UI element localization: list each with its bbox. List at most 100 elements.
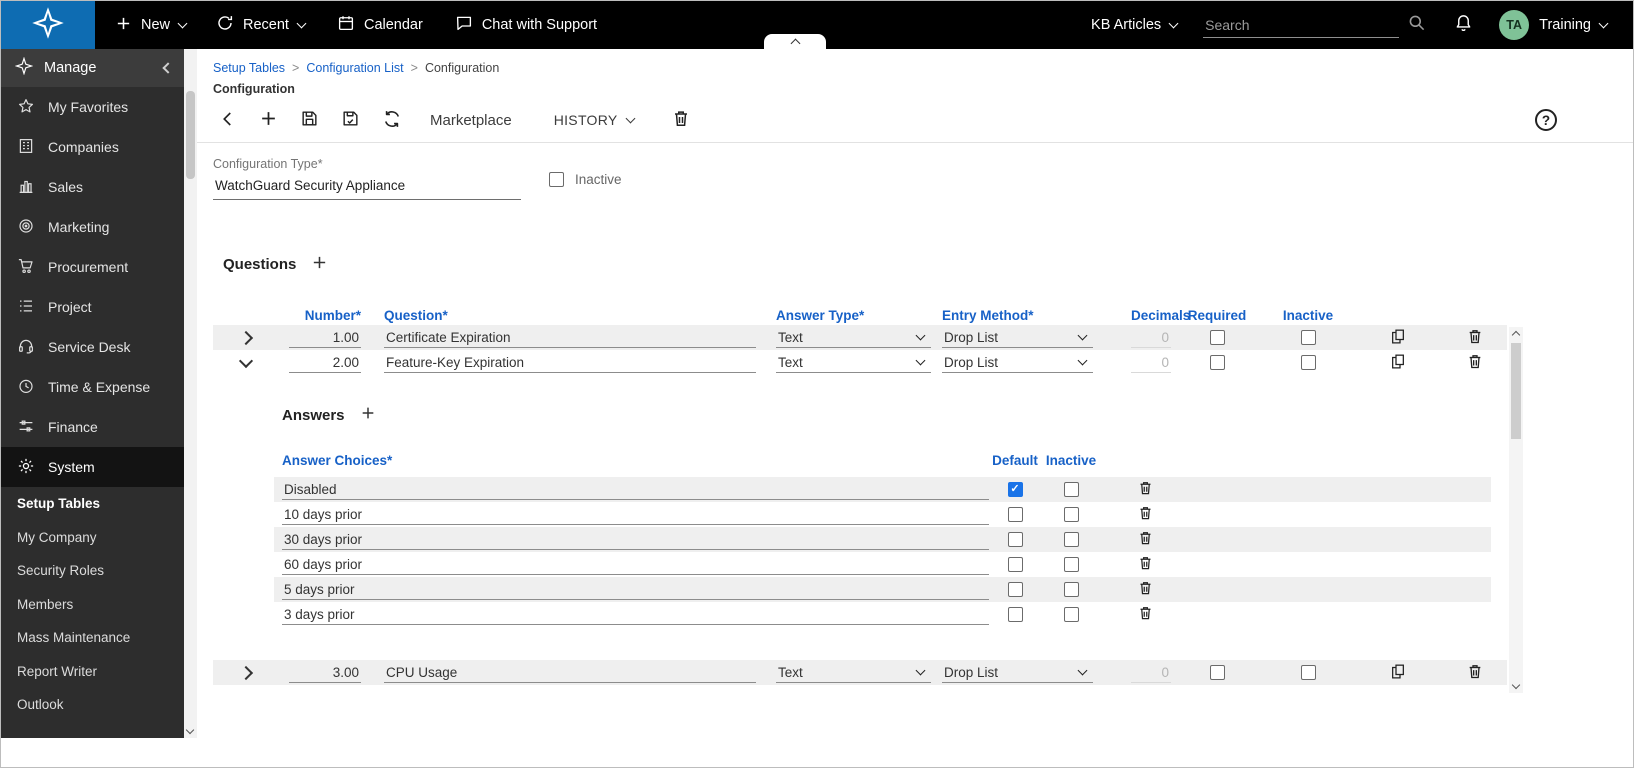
delete-row-button[interactable] xyxy=(1443,353,1507,373)
add-button[interactable] xyxy=(259,109,278,131)
sidebar-item-companies[interactable]: Companies xyxy=(1,127,184,167)
sidebar-item-marketing[interactable]: Marketing xyxy=(1,207,184,247)
collapse-header-tab[interactable] xyxy=(764,34,826,49)
required-checkbox[interactable] xyxy=(1210,330,1225,345)
question-text-field[interactable]: CPU Usage xyxy=(384,663,756,683)
default-checkbox[interactable] xyxy=(1008,557,1023,572)
answer-choice-field[interactable]: Disabled xyxy=(282,480,989,500)
answer-choice-field[interactable]: 30 days prior xyxy=(282,530,989,550)
sidebar-item-sales[interactable]: Sales xyxy=(1,167,184,207)
delete-row-button[interactable] xyxy=(1443,328,1507,348)
recent-menu-button[interactable]: Recent xyxy=(216,14,305,36)
expand-row-button[interactable] xyxy=(226,333,266,343)
answer-type-dropdown[interactable]: Text xyxy=(776,328,931,348)
connectwise-logo[interactable] xyxy=(1,1,95,49)
notifications-button[interactable] xyxy=(1454,13,1473,38)
kb-articles-menu[interactable]: KB Articles xyxy=(1091,17,1177,33)
question-text-field[interactable]: Certificate Expiration xyxy=(384,328,756,348)
inactive-checkbox[interactable] xyxy=(1064,532,1079,547)
sidebar-subitem-report-writer[interactable]: Report Writer xyxy=(1,655,184,689)
default-checkbox[interactable] xyxy=(1008,482,1023,497)
questions-scrollbar-thumb[interactable] xyxy=(1511,343,1521,439)
scroll-up-icon[interactable] xyxy=(1512,331,1520,339)
inactive-checkbox[interactable] xyxy=(1301,330,1316,345)
sidebar-header[interactable]: Manage xyxy=(1,49,184,87)
delete-answer-button[interactable] xyxy=(1101,505,1189,524)
configuration-type-value[interactable]: WatchGuard Security Appliance xyxy=(213,171,521,200)
scroll-down-icon[interactable] xyxy=(186,726,194,734)
marketplace-button[interactable]: Marketplace xyxy=(430,112,512,129)
breadcrumb-configuration-list[interactable]: Configuration List xyxy=(306,61,403,75)
inactive-checkbox[interactable] xyxy=(1301,355,1316,370)
inactive-checkbox[interactable] xyxy=(1301,665,1316,680)
decimals-field[interactable]: 0 xyxy=(1131,353,1171,373)
inactive-checkbox[interactable] xyxy=(1064,482,1079,497)
collapse-sidebar-icon[interactable] xyxy=(162,62,173,73)
delete-answer-button[interactable] xyxy=(1101,605,1189,624)
delete-answer-button[interactable] xyxy=(1101,580,1189,599)
delete-answer-button[interactable] xyxy=(1101,530,1189,549)
sidebar-subitem-outlook[interactable]: Outlook xyxy=(1,688,184,722)
sidebar-subitem-mass-maintenance[interactable]: Mass Maintenance xyxy=(1,621,184,655)
question-number-field[interactable]: 2.00 xyxy=(289,353,361,373)
decimals-field[interactable]: 0 xyxy=(1131,663,1171,683)
add-question-icon[interactable] xyxy=(311,254,328,275)
default-checkbox[interactable] xyxy=(1008,532,1023,547)
delete-button[interactable] xyxy=(672,109,690,131)
question-text-field[interactable]: Feature-Key Expiration xyxy=(384,353,756,373)
collapse-row-button[interactable] xyxy=(226,360,266,366)
question-number-field[interactable]: 3.00 xyxy=(289,663,361,683)
entry-method-dropdown[interactable]: Drop List xyxy=(942,663,1093,683)
sidebar-subitem-setup-tables[interactable]: Setup Tables xyxy=(1,487,184,521)
breadcrumb-setup-tables[interactable]: Setup Tables xyxy=(213,61,285,75)
expand-row-button[interactable] xyxy=(226,668,266,678)
chat-support-button[interactable]: Chat with Support xyxy=(455,14,597,36)
answer-type-dropdown[interactable]: Text xyxy=(776,663,931,683)
inactive-checkbox[interactable] xyxy=(549,172,564,187)
decimals-field[interactable]: 0 xyxy=(1131,328,1171,348)
required-checkbox[interactable] xyxy=(1210,355,1225,370)
answer-choice-field[interactable]: 60 days prior xyxy=(282,555,989,575)
delete-answer-button[interactable] xyxy=(1101,480,1189,499)
inactive-checkbox[interactable] xyxy=(1064,582,1079,597)
sidebar-subitem-my-company[interactable]: My Company xyxy=(1,521,184,555)
history-menu-button[interactable]: HISTORY xyxy=(554,112,634,128)
sidebar-item-my-favorites[interactable]: My Favorites xyxy=(1,87,184,127)
required-checkbox[interactable] xyxy=(1210,665,1225,680)
sidebar-item-project[interactable]: Project xyxy=(1,287,184,327)
copy-row-button[interactable] xyxy=(1353,328,1443,348)
answer-type-dropdown[interactable]: Text xyxy=(776,353,931,373)
default-checkbox[interactable] xyxy=(1008,582,1023,597)
copy-row-button[interactable] xyxy=(1353,353,1443,373)
sidebar-item-system[interactable]: System xyxy=(1,447,184,487)
search-button[interactable] xyxy=(1407,13,1426,37)
sidebar-item-time-expense[interactable]: Time & Expense xyxy=(1,367,184,407)
sidebar-subitem-members[interactable]: Members xyxy=(1,588,184,622)
avatar[interactable]: TA xyxy=(1499,10,1529,40)
sidebar-item-finance[interactable]: Finance xyxy=(1,407,184,447)
sidebar-item-service-desk[interactable]: Service Desk xyxy=(1,327,184,367)
scroll-down-icon[interactable] xyxy=(1512,681,1520,689)
delete-row-button[interactable] xyxy=(1443,663,1507,683)
search-input[interactable] xyxy=(1203,13,1399,37)
help-button[interactable]: ? xyxy=(1535,109,1557,131)
delete-answer-button[interactable] xyxy=(1101,555,1189,574)
default-checkbox[interactable] xyxy=(1008,507,1023,522)
add-answer-icon[interactable] xyxy=(360,405,376,425)
inactive-checkbox[interactable] xyxy=(1064,507,1079,522)
new-menu-button[interactable]: New xyxy=(115,15,186,36)
copy-row-button[interactable] xyxy=(1353,663,1443,683)
entry-method-dropdown[interactable]: Drop List xyxy=(942,328,1093,348)
questions-scrollbar[interactable] xyxy=(1509,327,1523,693)
save-and-close-button[interactable] xyxy=(341,109,360,131)
calendar-button[interactable]: Calendar xyxy=(337,14,423,36)
inactive-checkbox[interactable] xyxy=(1064,607,1079,622)
question-number-field[interactable]: 1.00 xyxy=(289,328,361,348)
sidebar-scrollbar[interactable] xyxy=(184,49,197,738)
sidebar-scrollbar-thumb[interactable] xyxy=(186,91,195,179)
answer-choice-field[interactable]: 3 days prior xyxy=(282,605,989,625)
back-button[interactable] xyxy=(219,110,237,131)
account-menu[interactable]: Training xyxy=(1539,17,1607,33)
configuration-type-field[interactable]: Configuration Type* WatchGuard Security … xyxy=(213,157,521,200)
sidebar-subitem-security-roles[interactable]: Security Roles xyxy=(1,554,184,588)
